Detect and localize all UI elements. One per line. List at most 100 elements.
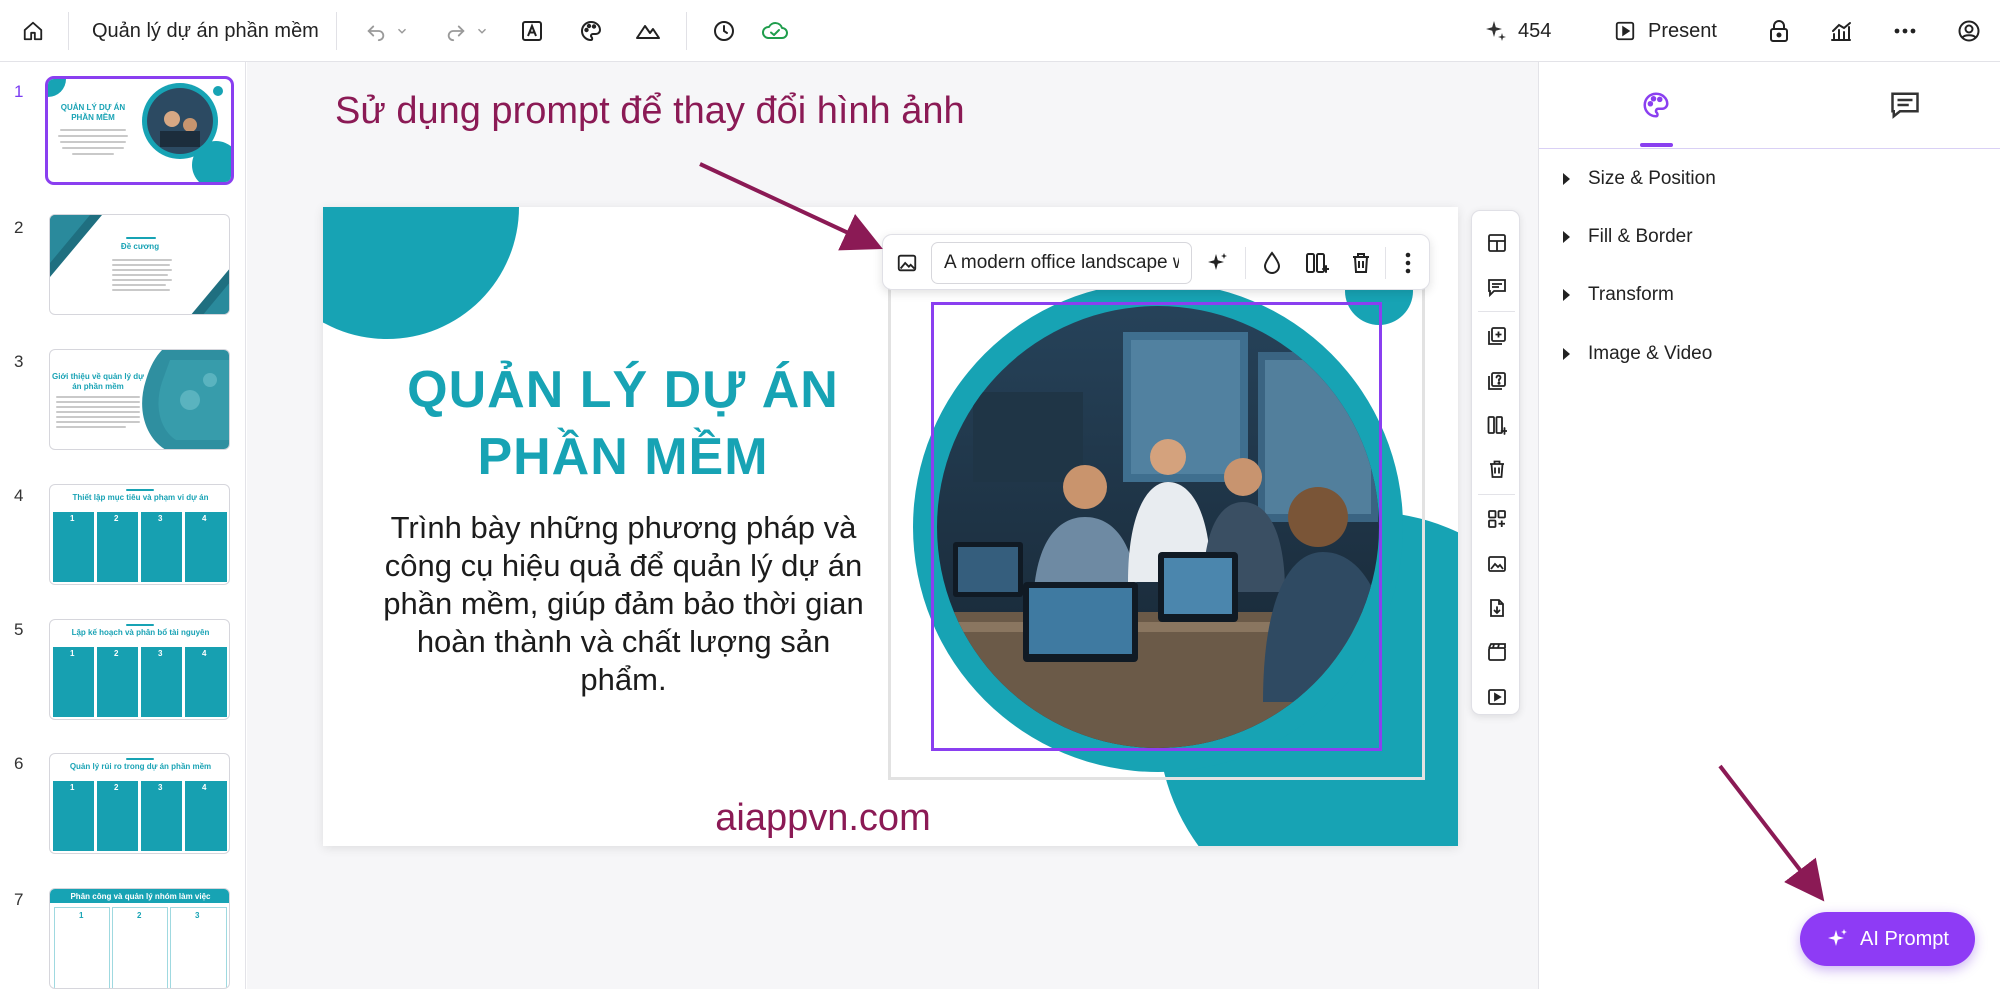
top-toolbar: Quản lý dự án phần mềm 454 Present: [0, 0, 2000, 62]
home-icon[interactable]: [14, 0, 52, 62]
thumbnail-column: 3: [170, 907, 227, 988]
thumbnail-column: 3: [141, 512, 182, 582]
slide-number: 5: [14, 620, 24, 639]
thumbnail-text-line: [56, 416, 140, 418]
caret-right-icon: [1563, 173, 1570, 185]
sparkle-icon: [1486, 21, 1506, 41]
thumbnail-rule: [126, 758, 154, 760]
section-fill-border[interactable]: Fill & Border: [1563, 222, 1693, 252]
slide-number: 7: [14, 890, 24, 909]
thumbnail-column-number: 1: [70, 514, 75, 523]
thumbnail-column: 4: [185, 647, 227, 717]
credits-counter[interactable]: 454: [1484, 0, 1594, 62]
slide-title[interactable]: QUẢN LÝ DỰ ÁN PHẦN MỀM: [363, 357, 883, 491]
active-tab-indicator: [1640, 143, 1673, 147]
ai-prompt-button[interactable]: AI Prompt: [1800, 912, 1975, 966]
undo-button[interactable]: [358, 0, 416, 62]
thumbnail-column: 2: [97, 647, 138, 717]
slide-thumbnail-2[interactable]: Đề cương: [49, 214, 230, 315]
thumbnail-column: 1: [53, 512, 94, 582]
slide-thumbnail-6[interactable]: Quản lý rủi ro trong dự án phần mềm 1 2 …: [49, 753, 230, 854]
thumbnail-text-line: [56, 401, 140, 403]
slide-website-text[interactable]: aiappvn.com: [633, 797, 1013, 840]
instruction-annotation: Sử dụng prompt để thay đổi hình ảnh: [335, 90, 965, 132]
section-label: Transform: [1588, 284, 1674, 305]
thumbnail-column: 2: [112, 907, 168, 988]
add-column-icon[interactable]: [1472, 405, 1521, 445]
slide-thumbnail-title: Giới thiệu về quản lý dự án phần mềm: [52, 372, 144, 391]
current-slide[interactable]: QUẢN LÝ DỰ ÁN PHẦN MỀM Trình bày những p…: [323, 207, 1458, 846]
text-style-icon[interactable]: [515, 0, 549, 62]
elements-grid-icon[interactable]: [1472, 499, 1521, 539]
caret-right-icon: [1563, 289, 1570, 301]
insert-image-icon[interactable]: [1472, 544, 1521, 584]
thumbnail-text-line: [56, 426, 126, 428]
divider: [1478, 311, 1515, 312]
thumbnail-text-line: [72, 153, 114, 155]
thumbnail-rule: [126, 489, 154, 491]
insert-column-icon[interactable]: [1297, 235, 1337, 291]
section-label: Image & Video: [1588, 343, 1713, 364]
thumbnail-column-number: 1: [79, 911, 84, 920]
thumbnail-column: 2: [97, 512, 138, 582]
slide-thumbnail-1[interactable]: QUẢN LÝ DỰ ÁN PHẦN MỀM: [45, 76, 234, 185]
thumbnail-text-line: [60, 129, 126, 131]
trash-icon[interactable]: [1342, 235, 1380, 291]
droplet-icon[interactable]: [1253, 235, 1291, 291]
slide-thumbnail-title: Đề cương: [120, 242, 160, 251]
insert-file-icon[interactable]: [1472, 588, 1521, 628]
quiz-slide-icon[interactable]: [1472, 361, 1521, 401]
history-clock-icon[interactable]: [707, 0, 741, 62]
divider: [1385, 247, 1386, 279]
slide-number: 2: [14, 218, 24, 237]
slide-thumbnail-3[interactable]: Giới thiệu về quản lý dự án phần mềm: [49, 349, 230, 450]
more-vertical-icon[interactable]: [1391, 235, 1425, 291]
layout-icon[interactable]: [1472, 223, 1521, 263]
thumbnail-column: 4: [185, 512, 227, 582]
add-slide-icon[interactable]: [1472, 316, 1521, 356]
slide-thumbnail-4[interactable]: Thiết lập mục tiêu và phạm vi dự án 1 2 …: [49, 484, 230, 585]
image-icon[interactable]: [889, 235, 925, 291]
notes-icon[interactable]: [1472, 267, 1521, 307]
thumbnail-text-line: [56, 406, 140, 408]
palette-icon[interactable]: [574, 0, 608, 62]
insert-video-clip-icon[interactable]: [1472, 632, 1521, 672]
tab-comments[interactable]: [1845, 62, 1965, 148]
delete-slide-icon[interactable]: [1472, 449, 1521, 489]
slide-thumbnail-title: Quản lý rủi ro trong dự án phần mềm: [69, 762, 212, 771]
slide-subtitle[interactable]: Trình bày những phương pháp và công cụ h…: [371, 509, 876, 699]
slide-thumbnail-5[interactable]: Lập kế hoạch và phân bổ tài nguyên 1 2 3…: [49, 619, 230, 720]
account-icon[interactable]: [1952, 0, 1986, 62]
section-image-video[interactable]: Image & Video: [1563, 339, 1712, 369]
mountain-icon[interactable]: [631, 0, 665, 62]
image-prompt-input[interactable]: [931, 242, 1192, 284]
image-toolbar: [882, 234, 1430, 290]
more-horizontal-icon[interactable]: [1888, 0, 1922, 62]
thumbnail-text-line: [112, 264, 170, 266]
slide-thumbnail-7[interactable]: Phân công và quản lý nhóm làm việc 1 2 3: [49, 888, 230, 989]
analytics-icon[interactable]: [1824, 0, 1858, 62]
thumbnail-text-line: [112, 279, 172, 281]
document-title[interactable]: Quản lý dự án phần mềm: [92, 0, 319, 62]
divider: [336, 12, 337, 50]
thumbnail-column: 2: [97, 781, 138, 851]
thumbnail-rule: [126, 237, 156, 239]
thumbnail-text-line: [112, 269, 172, 271]
redo-button[interactable]: [438, 0, 496, 62]
section-size-position[interactable]: Size & Position: [1563, 164, 1716, 194]
image-selection-box[interactable]: [931, 302, 1382, 751]
insert-media-icon[interactable]: [1472, 677, 1521, 717]
thumbnail-text-line: [112, 259, 172, 261]
section-transform[interactable]: Transform: [1563, 280, 1674, 310]
lock-icon[interactable]: [1762, 0, 1796, 62]
thumbnail-column-number: 1: [70, 783, 75, 792]
thumbnail-column-number: 4: [202, 514, 207, 523]
thumbnail-column-number: 2: [114, 514, 119, 523]
tab-design[interactable]: [1596, 62, 1716, 148]
ai-generate-icon[interactable]: [1198, 235, 1238, 291]
present-button[interactable]: Present: [1614, 0, 1754, 62]
palette-icon: [1643, 92, 1669, 118]
slide-thumbnail-title: Thiết lập mục tiêu và phạm vi dự án: [72, 493, 209, 502]
thumbnail-text-line: [58, 135, 128, 137]
thumbnail-column-number: 3: [158, 783, 163, 792]
